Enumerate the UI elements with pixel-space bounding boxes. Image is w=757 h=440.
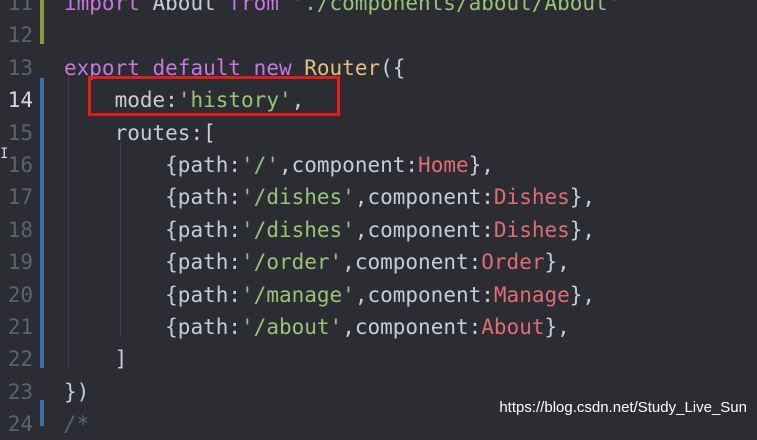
code-token: '/manage'	[241, 282, 355, 307]
code-token: {	[64, 153, 178, 177]
code-text: /*	[64, 408, 89, 440]
code-text: })	[64, 376, 89, 408]
code-token: :	[228, 250, 242, 275]
line-number: 18	[7, 217, 33, 242]
code-token: from	[228, 0, 292, 15]
code-token: /*	[64, 412, 90, 437]
highlight-annotation-box	[88, 76, 340, 116]
code-line[interactable]: 20 {path:'/manage',component:Manage},	[0, 279, 757, 311]
code-token: },	[569, 282, 596, 307]
code-line[interactable]: 16 {path:'/',component:Home},	[0, 149, 757, 181]
code-token: '/order'	[241, 250, 343, 275]
code-token: ,component:	[354, 282, 494, 307]
code-token: ({	[380, 55, 406, 80]
code-token: ]	[64, 347, 128, 372]
line-number: 20	[7, 282, 33, 307]
code-text: {path:'/dishes',component:Dishes},	[64, 181, 595, 213]
watermark-url: https://blog.csdn.net/Study_Live_Sun	[499, 399, 747, 416]
line-number: 12	[7, 23, 33, 48]
line-number: 11	[7, 0, 33, 15]
code-token: {	[64, 185, 178, 210]
code-text: {path:'/manage',component:Manage},	[64, 279, 595, 311]
code-token: ,component:	[342, 315, 482, 339]
code-text: {path:'/dishes',component:Dishes},	[64, 214, 595, 246]
code-token: path	[177, 250, 229, 275]
code-token: :[	[190, 120, 216, 145]
code-token: Manage	[493, 282, 570, 307]
code-token: :	[228, 153, 242, 177]
line-number: 14	[7, 88, 33, 113]
code-line[interactable]: 21 {path:'/about',component:About},	[0, 311, 757, 343]
code-token: Dishes	[493, 217, 570, 242]
code-token: '/dishes'	[241, 217, 355, 242]
code-token: },	[468, 153, 494, 177]
code-token: '/'	[241, 153, 279, 177]
code-token: :	[228, 217, 242, 242]
code-token: Order	[481, 250, 545, 275]
line-number: 22	[7, 347, 33, 372]
code-token: },	[544, 315, 570, 339]
line-number: 15	[7, 120, 33, 145]
code-token: ,component:	[354, 185, 494, 210]
code-text: import About from './components/about/Ab…	[64, 0, 620, 19]
code-line[interactable]: 18 {path:'/dishes',component:Dishes},	[0, 214, 757, 246]
code-token: },	[544, 250, 570, 275]
code-editor[interactable]: 11 import About from './components/about/…	[0, 0, 757, 436]
code-text: {path:'/',component:Home},	[64, 149, 494, 181]
code-line[interactable]: 17 {path:'/dishes',component:Dishes},	[0, 181, 757, 213]
code-line[interactable]: 12	[0, 19, 757, 51]
code-token: path	[177, 153, 229, 177]
line-number: 23	[7, 379, 33, 404]
line-number: 13	[7, 55, 33, 80]
code-token: '/dishes'	[241, 185, 355, 210]
code-token: {	[64, 282, 178, 307]
code-token: ,component:	[278, 153, 419, 177]
code-token: :	[228, 315, 242, 339]
code-token: path	[177, 315, 229, 339]
code-token: path	[177, 217, 229, 242]
line-number: 19	[7, 250, 33, 275]
text-cursor-icon: I	[0, 146, 9, 162]
line-number: 21	[7, 315, 33, 339]
code-token: },	[569, 185, 596, 210]
code-line[interactable]: 22 ]	[0, 343, 757, 375]
code-token: '/about'	[241, 315, 343, 339]
code-line[interactable]: 11 import About from './components/about/…	[0, 0, 757, 19]
code-token: :	[228, 185, 242, 210]
code-token: path	[177, 282, 229, 307]
code-text: routes:[	[64, 117, 216, 149]
code-token: })	[64, 379, 90, 404]
code-token: import	[64, 0, 153, 15]
code-token: },	[569, 217, 596, 242]
code-token: About	[152, 0, 229, 15]
code-token: Home	[418, 153, 469, 177]
code-token: {	[64, 315, 178, 339]
code-token: routes	[114, 120, 191, 145]
code-token: Dishes	[493, 185, 570, 210]
code-token: About	[481, 315, 545, 339]
code-text: {path:'/about',component:About},	[64, 311, 570, 343]
code-token: ,component:	[354, 217, 494, 242]
code-token: path	[177, 185, 229, 210]
code-token: ,component:	[342, 250, 482, 275]
code-line[interactable]: 15 routes:[	[0, 117, 757, 149]
code-text: {path:'/order',component:Order},	[64, 246, 570, 278]
code-text: ]	[64, 343, 128, 375]
line-number: 17	[7, 185, 33, 210]
code-token: './components/about/About'	[291, 0, 621, 15]
code-token: {	[64, 217, 178, 242]
code-token: {	[64, 250, 178, 275]
code-token: :	[228, 282, 242, 307]
line-number: 24	[7, 412, 33, 437]
code-line[interactable]: 19 {path:'/order',component:Order},	[0, 246, 757, 278]
